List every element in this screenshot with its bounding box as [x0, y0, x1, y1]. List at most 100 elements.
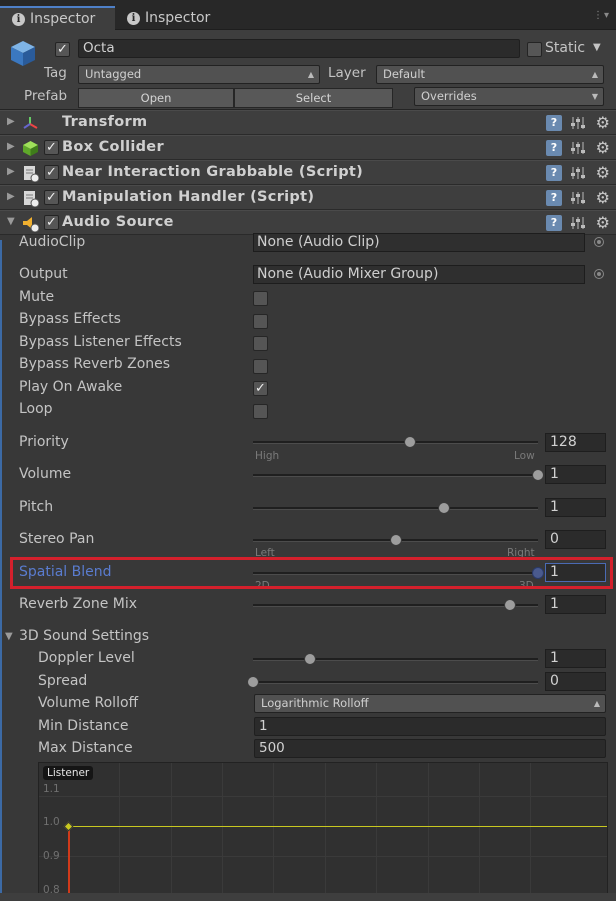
gear-icon[interactable]: ⚙	[596, 213, 610, 232]
audioclip-field[interactable]: None (Audio Clip)	[253, 233, 585, 252]
script-icon	[24, 191, 39, 207]
prefab-select-button[interactable]: Select	[234, 88, 393, 108]
mute-checkbox[interactable]	[253, 291, 268, 306]
fold-arrow-expanded-icon[interactable]: ▼	[7, 216, 15, 227]
output-label: Output	[19, 266, 68, 282]
rolloff-label: Volume Rolloff	[38, 695, 139, 711]
component-box-collider[interactable]: ▶ ✓ Box Collider ? ⚙	[0, 135, 616, 160]
static-dropdown-arrow-icon[interactable]: ▼	[593, 42, 601, 53]
sound3d-section-label[interactable]: 3D Sound Settings	[19, 628, 149, 644]
priority-slider-thumb[interactable]	[403, 436, 416, 448]
audioclip-label: AudioClip	[19, 234, 86, 250]
pitch-slider-thumb[interactable]	[437, 502, 450, 514]
fold-arrow-icon[interactable]: ▶	[7, 191, 15, 202]
tab-inspector-1[interactable]: i Inspector	[0, 6, 115, 30]
max-distance-field[interactable]: 500	[254, 739, 606, 758]
loop-checkbox[interactable]	[253, 404, 268, 419]
component-name: Near Interaction Grabbable (Script)	[62, 164, 364, 180]
priority-slider-track[interactable]	[253, 441, 538, 444]
pitch-slider-track[interactable]	[253, 507, 538, 510]
preset-sliders-icon[interactable]	[570, 190, 586, 206]
volume-slider-thumb[interactable]	[532, 469, 544, 481]
component-transform[interactable]: ▶ Transform ? ⚙	[0, 110, 616, 135]
max-distance-label: Max Distance	[38, 740, 133, 756]
prefab-overrides-dropdown[interactable]: Overrides ▼	[414, 87, 604, 106]
component-enabled-checkbox[interactable]: ✓	[44, 215, 59, 230]
object-picker-icon[interactable]	[594, 269, 604, 279]
prefab-open-button[interactable]: Open	[78, 88, 234, 108]
component-enabled-checkbox[interactable]: ✓	[44, 165, 59, 180]
static-checkbox[interactable]	[527, 42, 542, 57]
fold-arrow-icon[interactable]: ▶	[7, 116, 15, 127]
help-book-icon[interactable]: ?	[546, 115, 562, 131]
stereo-pan-slider-thumb[interactable]	[389, 534, 402, 546]
doppler-slider-thumb[interactable]	[304, 653, 316, 665]
help-book-icon[interactable]: ?	[546, 215, 562, 231]
tag-value: Untagged	[85, 67, 142, 81]
bypass-effects-checkbox[interactable]	[253, 314, 268, 329]
doppler-slider-track[interactable]	[253, 658, 538, 661]
tag-dropdown[interactable]: Untagged ▲	[78, 65, 320, 84]
tab-inspector-2[interactable]: i Inspector	[115, 6, 235, 30]
curve-key-point[interactable]	[63, 821, 74, 832]
rolloff-graph[interactable]: Listener 1.1 1.0 0.9 0.8	[38, 762, 608, 901]
y-axis-label: 0.9	[43, 850, 60, 862]
tab-menu-icon[interactable]: ⋮▾	[593, 10, 610, 21]
object-name-field[interactable]: Octa	[78, 39, 520, 58]
reverb-mix-label: Reverb Zone Mix	[19, 596, 138, 612]
reverb-mix-value-field[interactable]: 1	[545, 595, 606, 614]
spread-slider-thumb[interactable]	[247, 676, 259, 688]
rolloff-dropdown[interactable]: Logarithmic Rolloff ▲	[254, 694, 606, 713]
component-name: Audio Source	[62, 214, 174, 230]
gear-icon[interactable]: ⚙	[596, 138, 610, 157]
transform-icon	[23, 117, 38, 129]
doppler-value-field[interactable]: 1	[545, 649, 606, 668]
bypass-reverb-checkbox[interactable]	[253, 359, 268, 374]
priority-value-field[interactable]: 128	[545, 433, 606, 452]
layer-dropdown[interactable]: Default ▲	[376, 65, 604, 84]
active-checkbox[interactable]: ✓	[55, 42, 70, 57]
component-enabled-checkbox[interactable]: ✓	[44, 190, 59, 205]
reverb-mix-slider-thumb[interactable]	[503, 599, 516, 611]
preset-sliders-icon[interactable]	[570, 165, 586, 181]
gameobject-cube-icon	[11, 41, 35, 66]
grid-line	[222, 763, 223, 900]
grid-line	[376, 763, 377, 900]
volume-slider-track[interactable]	[253, 474, 538, 477]
fold-arrow-expanded-icon[interactable]: ▼	[5, 631, 13, 642]
gear-icon[interactable]: ⚙	[596, 188, 610, 207]
component-name: Box Collider	[62, 139, 164, 155]
component-near-interaction-grabbable[interactable]: ▶ ✓ Near Interaction Grabbable (Script) …	[0, 160, 616, 185]
gear-icon[interactable]: ⚙	[596, 163, 610, 182]
component-audio-source[interactable]: ▼ ✓ Audio Source ? ⚙	[0, 210, 616, 235]
component-manipulation-handler[interactable]: ▶ ✓ Manipulation Handler (Script) ? ⚙	[0, 185, 616, 210]
help-book-icon[interactable]: ?	[546, 165, 562, 181]
help-book-icon[interactable]: ?	[546, 190, 562, 206]
spread-value-field[interactable]: 0	[545, 672, 606, 691]
output-field[interactable]: None (Audio Mixer Group)	[253, 265, 585, 284]
bypass-listener-checkbox[interactable]	[253, 336, 268, 351]
fold-arrow-icon[interactable]: ▶	[7, 166, 15, 177]
help-book-icon[interactable]: ?	[546, 140, 562, 156]
preset-sliders-icon[interactable]	[570, 215, 586, 231]
min-distance-field[interactable]: 1	[254, 717, 606, 736]
gear-icon[interactable]: ⚙	[596, 113, 610, 132]
preset-sliders-icon[interactable]	[570, 115, 586, 131]
highlight-box	[10, 557, 613, 589]
play-on-awake-checkbox[interactable]: ✓	[253, 381, 268, 396]
layer-label: Layer	[328, 65, 366, 81]
volume-label: Volume	[19, 466, 72, 482]
y-axis-label: 1.1	[43, 783, 60, 795]
object-picker-icon[interactable]	[594, 237, 604, 247]
reverb-mix-slider-track[interactable]	[253, 604, 538, 607]
grid-line	[428, 763, 429, 900]
stereo-pan-value-field[interactable]: 0	[545, 530, 606, 549]
volume-value-field[interactable]: 1	[545, 465, 606, 484]
object-header: ✓ Octa Static ▼ Tag Untagged ▲ Layer Def…	[0, 30, 616, 110]
pitch-value-field[interactable]: 1	[545, 498, 606, 517]
spread-slider-track[interactable]	[253, 681, 538, 684]
preset-sliders-icon[interactable]	[570, 140, 586, 156]
fold-arrow-icon[interactable]: ▶	[7, 141, 15, 152]
dropdown-arrow-icon: ▼	[591, 92, 598, 101]
component-enabled-checkbox[interactable]: ✓	[44, 140, 59, 155]
